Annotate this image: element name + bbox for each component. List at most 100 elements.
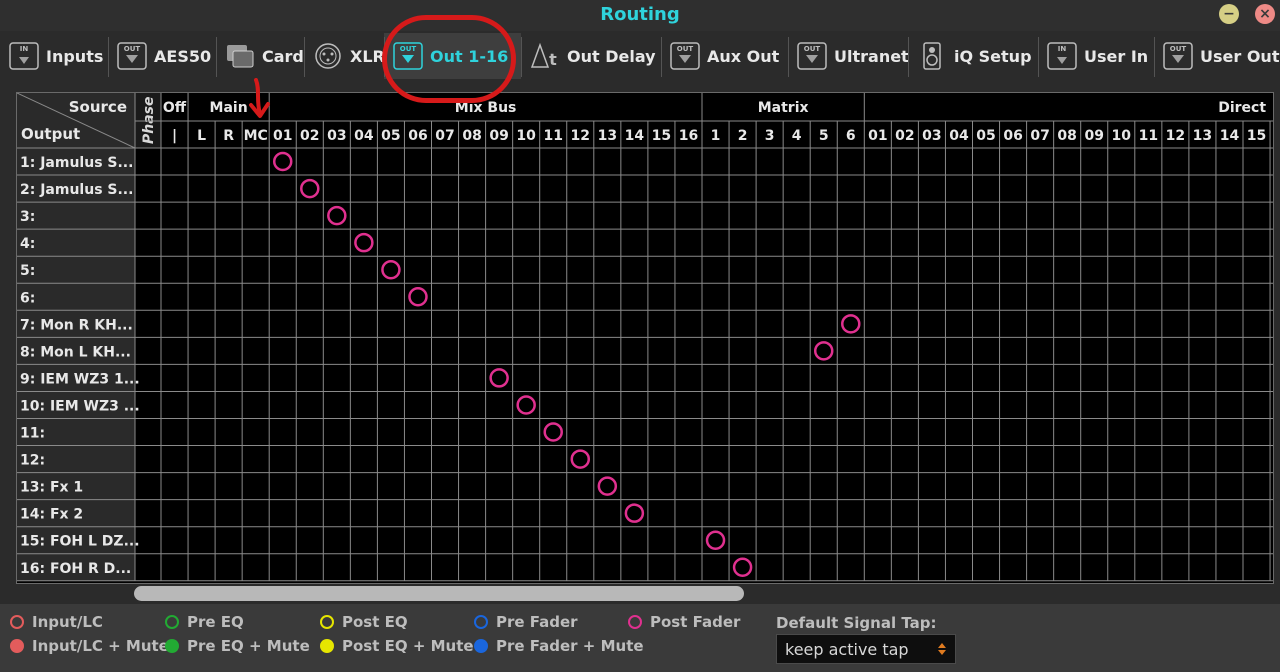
tab-separator <box>384 37 385 77</box>
tab-separator <box>304 37 305 77</box>
legend-dot-icon <box>474 615 488 629</box>
output-label: 5: <box>20 263 35 279</box>
column-header: 09 <box>489 128 508 144</box>
output-label: 7: Mon R KH... <box>20 317 133 333</box>
routing-grid: Source Output 1: Jamulus S... 2: Jamulus S.… <box>17 93 1273 582</box>
tab-card[interactable]: Card <box>216 33 304 79</box>
out-icon: OUT <box>796 40 828 72</box>
phase-label: Phase <box>141 96 157 144</box>
tab-label: Card <box>262 46 304 66</box>
tab-label: iQ Setup <box>954 46 1032 66</box>
tab-user-out[interactable]: OUT User Out <box>1154 33 1280 79</box>
legend-label: Input/LC <box>32 613 103 631</box>
horizontal-scrollbar[interactable] <box>134 585 1272 602</box>
legend-label: Post EQ <box>342 613 408 631</box>
route-marker[interactable] <box>813 341 834 361</box>
column-header: 07 <box>435 128 454 144</box>
routing-tab-bar: IN Inputs OUT AES50 Card XLR OUT Out 1-16 t Out D… <box>0 33 1280 79</box>
route-marker[interactable] <box>597 476 618 496</box>
tab-label: Ultranet <box>834 46 909 66</box>
output-label: 12: <box>20 453 45 469</box>
select-arrows-icon <box>938 643 946 655</box>
route-marker[interactable] <box>841 314 861 334</box>
tab-label: XLR <box>350 46 385 66</box>
default-signal-tap-value: keep active tap <box>785 639 909 659</box>
legend-dot-icon <box>320 639 334 653</box>
legend-label: Pre Fader <box>496 613 578 631</box>
route-marker[interactable] <box>489 368 509 388</box>
legend-dot-icon <box>165 615 179 629</box>
title-bar: Routing − × <box>0 0 1280 31</box>
legend-label: Pre EQ <box>187 613 244 631</box>
window-title: Routing <box>600 4 680 25</box>
legend-item: Pre Fader + Mute <box>474 637 644 655</box>
svg-text:OUT: OUT <box>124 45 141 53</box>
route-marker[interactable] <box>624 503 645 523</box>
tab-out-1-16[interactable]: OUT Out 1-16 <box>384 33 521 79</box>
column-header: 14 <box>1220 128 1240 144</box>
scrollbar-thumb[interactable] <box>134 586 744 601</box>
route-marker[interactable] <box>543 422 563 442</box>
column-header: 08 <box>1057 128 1076 144</box>
svg-text:IN: IN <box>1058 45 1067 53</box>
minimize-button[interactable]: − <box>1219 4 1239 24</box>
output-label: 8: Mon L KH... <box>20 344 131 360</box>
output-label: 6: <box>20 290 35 306</box>
legend-item: Post Fader <box>628 613 740 631</box>
column-header: 02 <box>300 128 319 144</box>
route-marker[interactable] <box>705 530 726 550</box>
column-header: 6 <box>846 128 856 144</box>
tab-separator <box>108 37 109 77</box>
legend-dot-icon <box>10 639 24 653</box>
route-marker[interactable] <box>354 232 374 253</box>
tab-iq-setup[interactable]: iQ Setup <box>908 33 1038 79</box>
svg-text:OUT: OUT <box>677 45 694 53</box>
route-marker[interactable] <box>570 449 591 469</box>
corner-source-label: Source <box>69 98 127 116</box>
route-marker[interactable] <box>327 205 347 226</box>
group-header: Direct <box>1218 100 1266 116</box>
tab-ultranet[interactable]: OUT Ultranet <box>788 33 909 79</box>
out-icon: OUT <box>669 40 701 72</box>
column-header: 4 <box>792 128 802 144</box>
delay-icon: t <box>529 40 561 72</box>
column-header: 10 <box>1112 128 1132 144</box>
column-header: 15 <box>652 128 671 144</box>
output-label: 1: Jamulus S... <box>20 155 133 171</box>
column-header: 08 <box>462 128 481 144</box>
tab-xlr[interactable]: XLR <box>304 33 385 79</box>
legend-item: Input/LC <box>10 613 103 631</box>
column-header: 01 <box>273 128 292 144</box>
close-button[interactable]: × <box>1255 4 1275 24</box>
legend-label: Post EQ + Mute <box>342 637 474 655</box>
route-marker[interactable] <box>732 557 753 578</box>
tab-aux-out[interactable]: OUT Aux Out <box>661 33 788 79</box>
route-marker[interactable] <box>300 178 320 199</box>
legend-dot-icon <box>10 615 24 629</box>
tab-inputs[interactable]: IN Inputs <box>0 33 108 79</box>
out-icon: OUT <box>392 40 424 72</box>
legend-item: Pre EQ + Mute <box>165 637 310 655</box>
legend-label: Pre Fader + Mute <box>496 637 644 655</box>
corner-output-label: Output <box>21 125 80 143</box>
tab-out-delay[interactable]: t Out Delay <box>521 33 661 79</box>
legend-label: Pre EQ + Mute <box>187 637 310 655</box>
route-marker[interactable] <box>272 151 293 172</box>
column-header: 15 <box>1247 128 1266 144</box>
tab-aes50[interactable]: OUT AES50 <box>108 33 216 79</box>
column-header: 05 <box>976 128 995 144</box>
column-header: 1 <box>711 128 721 144</box>
default-signal-tap-select[interactable]: keep active tap <box>776 634 956 664</box>
tab-separator <box>521 37 522 77</box>
legend-item: Post EQ + Mute <box>320 637 474 655</box>
signal-tap-legend: Default Signal Tap: keep active tap Inpu… <box>0 604 1280 672</box>
tab-user-in[interactable]: IN User In <box>1038 33 1154 79</box>
route-marker[interactable] <box>381 259 401 280</box>
output-label: 11: <box>20 426 45 442</box>
group-header: Off <box>163 100 187 116</box>
column-header: 04 <box>354 128 374 144</box>
route-marker[interactable] <box>408 287 428 307</box>
group-header: Main <box>210 100 248 116</box>
route-marker[interactable] <box>516 395 536 415</box>
column-header: 06 <box>408 128 427 144</box>
